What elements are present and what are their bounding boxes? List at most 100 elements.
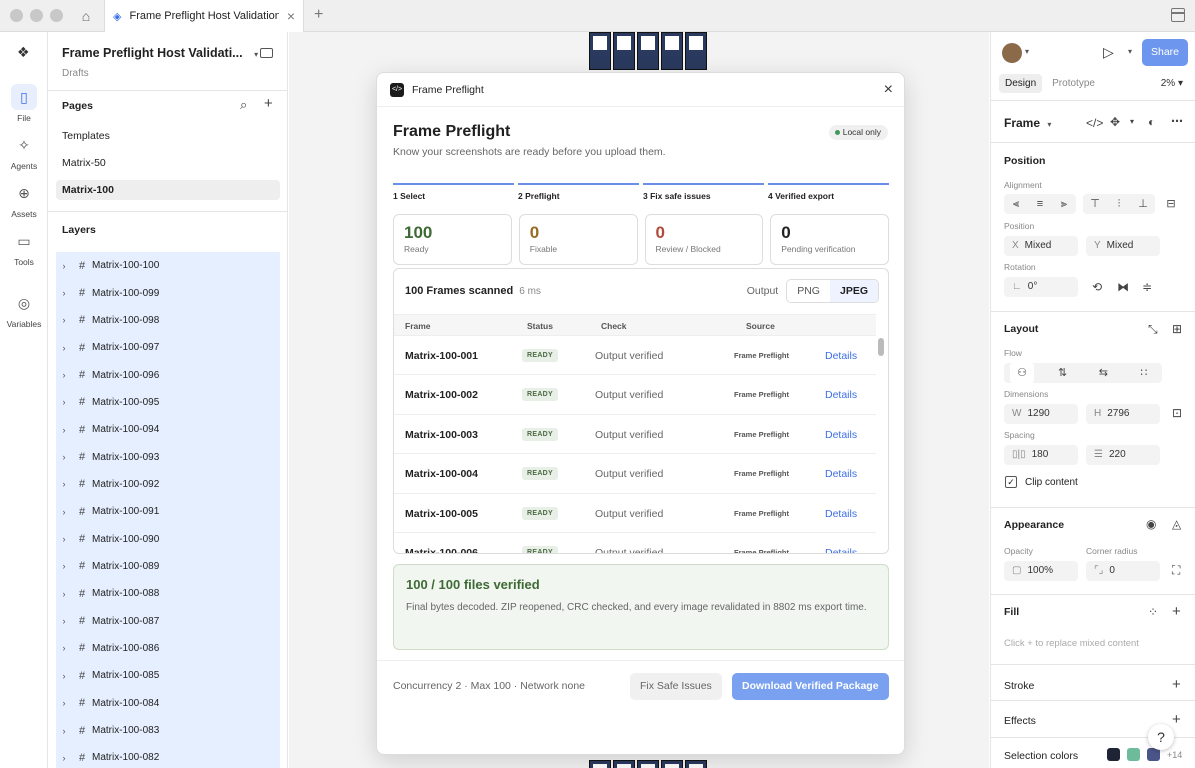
add-page-icon[interactable]: + (264, 95, 273, 112)
help-button[interactable]: ? (1148, 724, 1174, 750)
chevron-right-icon[interactable]: › (56, 397, 72, 407)
table-row[interactable]: Matrix-100-002 READY Output verified Frame … (394, 375, 876, 415)
details-link[interactable]: Details (825, 508, 857, 520)
step-preflight[interactable]: 2 Preflight (518, 183, 639, 201)
sidebar-toggle-icon[interactable] (260, 48, 273, 58)
contrast-icon[interactable]: ◐ (1148, 115, 1155, 129)
window-close-dot[interactable] (10, 9, 23, 22)
layer-row[interactable]: › # Matrix-100-092 (56, 471, 280, 498)
search-icon[interactable]: ⌕ (240, 97, 247, 113)
corner-radius-field[interactable]: ⌜⌟ 0 (1086, 561, 1160, 581)
frame-thumbnail[interactable] (661, 760, 683, 768)
layer-row[interactable]: › # Matrix-100-094 (56, 416, 280, 443)
close-icon[interactable]: × (884, 81, 893, 99)
scrollbar-thumb[interactable] (878, 338, 884, 356)
rail-item-file[interactable]: ▯ File (0, 84, 48, 123)
table-row[interactable]: Matrix-100-001 READY Output verified Frame … (394, 336, 876, 376)
collapse-icon[interactable]: ⤡ (1148, 322, 1158, 337)
chevron-right-icon[interactable]: › (56, 616, 72, 626)
resize-icon[interactable]: ⊡ (1172, 406, 1182, 420)
page-item-selected[interactable]: Matrix-100 (56, 180, 280, 200)
layer-row[interactable]: › # Matrix-100-084 (56, 690, 280, 717)
styles-icon[interactable]: ⁘ (1148, 605, 1158, 619)
details-link[interactable]: Details (825, 429, 857, 441)
fix-safe-issues-button[interactable]: Fix Safe Issues (630, 673, 722, 700)
width-field[interactable]: W 1290 (1004, 404, 1078, 424)
chevron-right-icon[interactable]: › (56, 479, 72, 489)
align-top-icon[interactable]: ⊤ (1083, 194, 1107, 214)
chevron-right-icon[interactable]: › (56, 726, 72, 736)
page-item[interactable]: Templates (56, 126, 280, 146)
step-select[interactable]: 1 Select (393, 183, 514, 201)
layer-row[interactable]: › # Matrix-100-098 (56, 307, 280, 334)
chevron-down-icon[interactable]: ▾ (1128, 47, 1132, 56)
details-link[interactable]: Details (825, 350, 857, 362)
frame-thumbnail[interactable] (613, 760, 635, 768)
distribute-icon[interactable]: ⊟ (1159, 194, 1183, 214)
details-link[interactable]: Details (825, 468, 857, 480)
zoom-level[interactable]: 2% ▾ (1161, 78, 1183, 89)
add-stroke-icon[interactable]: + (1172, 676, 1181, 693)
chevron-right-icon[interactable]: › (56, 534, 72, 544)
tab-prototype[interactable]: Prototype (1046, 74, 1101, 93)
position-x-field[interactable]: X Mixed (1004, 236, 1078, 256)
chevron-down-icon[interactable]: ▾ (1130, 117, 1134, 126)
home-icon[interactable]: ⌂ (70, 0, 102, 32)
panel-toggle-icon[interactable] (1171, 8, 1185, 22)
chevron-right-icon[interactable]: › (56, 315, 72, 325)
opacity-field[interactable]: ▢ 100% (1004, 561, 1078, 581)
download-package-button[interactable]: Download Verified Package (732, 673, 889, 700)
layer-row[interactable]: › # Matrix-100-085 (56, 662, 280, 689)
layer-row[interactable]: › # Matrix-100-083 (56, 717, 280, 744)
layer-row[interactable]: › # Matrix-100-087 (56, 607, 280, 634)
more-icon[interactable]: ⋯ (1171, 114, 1183, 128)
flow-vertical-icon[interactable]: ⇅ (1051, 363, 1075, 383)
eye-icon[interactable]: ◉ (1146, 517, 1156, 531)
page-item[interactable]: Matrix-50 (56, 153, 280, 173)
output-png-option[interactable]: PNG (787, 280, 830, 302)
chevron-right-icon[interactable]: › (56, 561, 72, 571)
present-play-icon[interactable]: ▷ (1103, 44, 1114, 61)
frame-type-selector[interactable]: Frame ▾ (1004, 116, 1051, 130)
frame-thumbnail[interactable] (685, 760, 707, 768)
rotate-icon[interactable]: ⟲ (1092, 280, 1102, 294)
align-right-icon[interactable]: ⫸ (1052, 194, 1076, 214)
chevron-right-icon[interactable]: › (56, 452, 72, 462)
chevron-down-icon[interactable]: ▾ (1047, 120, 1051, 129)
rotation-field[interactable]: ∟ 0° (1004, 277, 1078, 297)
frame-thumbnail[interactable] (661, 32, 683, 70)
corners-expand-icon[interactable]: ⛶ (1172, 563, 1180, 578)
new-tab-icon[interactable]: + (314, 6, 323, 24)
layer-row[interactable]: › # Matrix-100-090 (56, 525, 280, 552)
more-colors-count[interactable]: +14 (1167, 750, 1182, 760)
layer-row[interactable]: › # Matrix-100-082 (56, 744, 280, 768)
chevron-right-icon[interactable]: › (56, 671, 72, 681)
frame-thumbnail[interactable] (637, 760, 659, 768)
chevron-down-icon[interactable]: ▾ (1025, 47, 1029, 56)
table-row[interactable]: Matrix-100-005 READY Output verified Frame … (394, 494, 876, 533)
step-fix[interactable]: 3 Fix safe issues (643, 183, 764, 201)
layer-row[interactable]: › # Matrix-100-091 (56, 498, 280, 525)
align-left-icon[interactable]: ⫷ (1004, 194, 1028, 214)
layer-row[interactable]: › # Matrix-100-099 (56, 279, 280, 306)
chevron-down-icon[interactable]: ▾ (254, 50, 258, 59)
chevron-right-icon[interactable]: › (56, 370, 72, 380)
tab-close-icon[interactable]: × (287, 8, 295, 24)
layout-grid-icon[interactable]: ⊞ (1172, 322, 1182, 336)
align-bottom-icon[interactable]: ⊥ (1131, 194, 1155, 214)
details-link[interactable]: Details (825, 389, 857, 401)
position-y-field[interactable]: Y Mixed (1086, 236, 1160, 256)
rail-item-assets[interactable]: ⊕ Assets (0, 180, 48, 219)
layer-row[interactable]: › # Matrix-100-088 (56, 580, 280, 607)
component-icon[interactable]: ✥ (1110, 115, 1120, 129)
add-effect-icon[interactable]: + (1172, 711, 1181, 728)
align-center-icon[interactable]: ≡ (1028, 194, 1052, 214)
share-button[interactable]: Share (1142, 39, 1188, 66)
flow-grid-icon[interactable]: ∷ (1132, 363, 1156, 383)
rail-item-variables[interactable]: ◎ Variables (0, 290, 48, 329)
chevron-right-icon[interactable]: › (56, 698, 72, 708)
color-swatch[interactable] (1147, 748, 1160, 761)
table-row[interactable]: Matrix-100-004 READY Output verified Frame … (394, 454, 876, 494)
avatar[interactable] (1002, 43, 1022, 63)
rail-item-agents[interactable]: ✧ Agents (0, 132, 48, 171)
